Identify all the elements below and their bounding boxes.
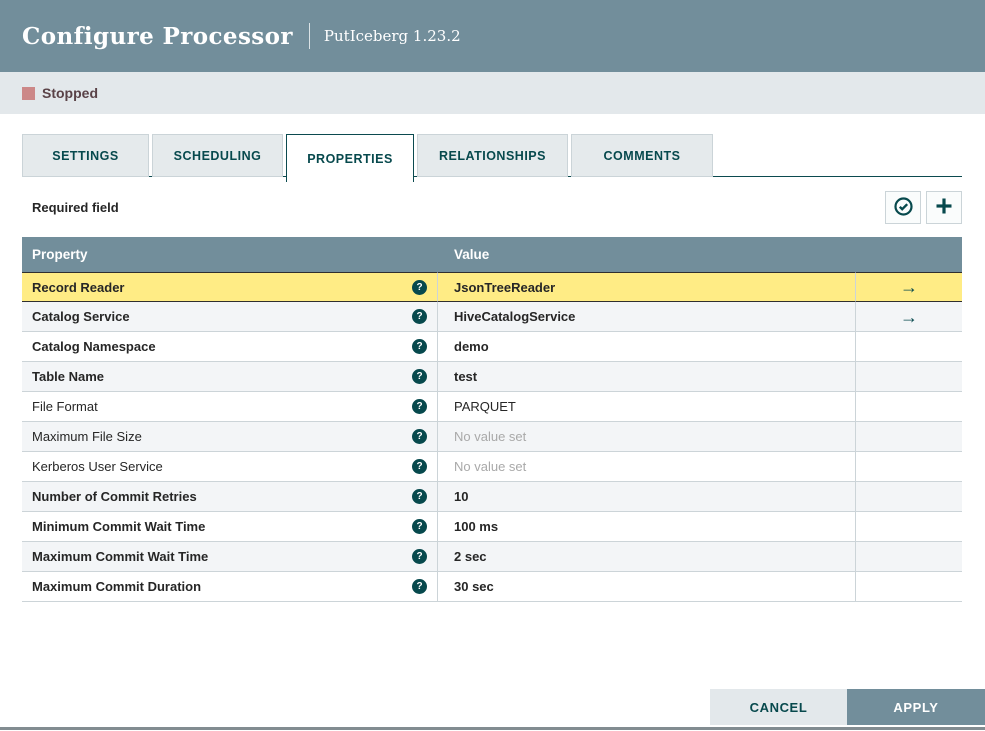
table-row[interactable]: Number of Commit Retries? 10 — [22, 482, 962, 512]
property-value-cell[interactable]: test — [438, 362, 856, 392]
table-row[interactable]: Table Name? test — [22, 362, 962, 392]
help-icon[interactable]: ? — [412, 399, 427, 414]
tab-scheduling[interactable]: SCHEDULING — [152, 134, 283, 177]
help-icon[interactable]: ? — [412, 339, 427, 354]
property-value: 10 — [454, 489, 469, 504]
goto-cell-empty — [856, 482, 962, 512]
property-name: Catalog Namespace — [32, 339, 156, 354]
property-value-cell[interactable]: 100 ms — [438, 512, 856, 542]
property-value-cell[interactable]: No value set — [438, 452, 856, 482]
tab-relationships[interactable]: RELATIONSHIPS — [417, 134, 568, 177]
property-value-cell[interactable]: No value set — [438, 422, 856, 452]
dialog-header: Configure Processor PutIceberg 1.23.2 — [0, 0, 985, 72]
goto-cell-empty — [856, 422, 962, 452]
table-row[interactable]: Catalog Namespace? demo — [22, 332, 962, 362]
apply-button[interactable]: APPLY — [847, 689, 985, 725]
configure-processor-dialog: Configure Processor PutIceberg 1.23.2 St… — [0, 0, 985, 731]
value-column-header: Value — [438, 237, 856, 272]
help-icon[interactable]: ? — [412, 549, 427, 564]
table-row[interactable]: Catalog Service? HiveCatalogService → — [22, 302, 962, 332]
table-row[interactable]: Maximum Commit Wait Time? 2 sec — [22, 542, 962, 572]
property-name: Record Reader — [32, 279, 125, 295]
goto-column-header — [856, 237, 962, 272]
table-row[interactable]: File Format? PARQUET — [22, 392, 962, 422]
help-icon[interactable]: ? — [412, 519, 427, 534]
property-value: No value set — [454, 429, 527, 444]
property-value-cell[interactable]: 2 sec — [438, 542, 856, 572]
property-name: File Format — [32, 399, 98, 414]
processor-type-version: PutIceberg 1.23.2 — [323, 27, 461, 45]
table-row[interactable]: Kerberos User Service? No value set — [22, 452, 962, 482]
help-icon[interactable]: ? — [412, 369, 427, 384]
tab-bar: SETTINGS SCHEDULING PROPERTIES RELATIONS… — [22, 134, 962, 182]
property-value: PARQUET — [454, 399, 516, 414]
property-name: Number of Commit Retries — [32, 489, 197, 504]
status-label: Stopped — [42, 85, 98, 101]
goto-cell-empty — [856, 332, 962, 362]
verify-properties-button[interactable] — [885, 191, 921, 224]
table-row[interactable]: Maximum File Size? No value set — [22, 422, 962, 452]
table-toolbar: Required field — [22, 191, 962, 224]
property-value: demo — [454, 339, 489, 354]
property-value: No value set — [454, 459, 527, 474]
help-icon[interactable]: ? — [412, 429, 427, 444]
required-field-label: Required field — [32, 200, 119, 215]
help-icon[interactable]: ? — [412, 459, 427, 474]
property-value: 30 sec — [454, 579, 494, 594]
property-value: JsonTreeReader — [454, 279, 556, 295]
property-name: Table Name — [32, 369, 105, 384]
property-value: test — [454, 369, 478, 384]
properties-table: Property Value Record Reader? JsonTreeRea… — [22, 237, 962, 602]
property-value-cell[interactable]: 30 sec — [438, 572, 856, 602]
property-column-header: Property — [22, 237, 438, 272]
table-header-row: Property Value — [22, 237, 962, 272]
property-name: Maximum Commit Wait Time — [32, 549, 209, 564]
plus-icon — [934, 196, 954, 219]
goto-cell-empty — [856, 542, 962, 572]
goto-service-arrow-icon[interactable]: → — [900, 307, 918, 327]
stopped-status-icon — [22, 86, 35, 100]
property-value: 2 sec — [454, 549, 487, 564]
help-icon[interactable]: ? — [412, 309, 427, 324]
table-row[interactable]: Record Reader? JsonTreeReader → — [22, 272, 962, 302]
dialog-bottom-edge — [0, 727, 985, 730]
property-value-cell[interactable]: PARQUET — [438, 392, 856, 422]
property-name: Catalog Service — [32, 309, 130, 324]
goto-cell-empty — [856, 572, 962, 602]
property-value-cell[interactable]: 10 — [438, 482, 856, 512]
goto-cell-empty — [856, 362, 962, 392]
property-name: Maximum File Size — [32, 429, 142, 444]
help-icon[interactable]: ? — [412, 489, 427, 504]
check-circle-icon — [893, 196, 914, 220]
dialog-title: Configure Processor — [22, 22, 293, 50]
goto-service-arrow-icon[interactable]: → — [900, 277, 918, 297]
table-row[interactable]: Minimum Commit Wait Time? 100 ms — [22, 512, 962, 542]
tab-settings[interactable]: SETTINGS — [22, 134, 149, 177]
goto-cell-empty — [856, 452, 962, 482]
property-name: Minimum Commit Wait Time — [32, 519, 206, 534]
toolbar-buttons — [885, 191, 962, 224]
goto-cell-empty — [856, 392, 962, 422]
property-name: Kerberos User Service — [32, 459, 163, 474]
cancel-button[interactable]: CANCEL — [710, 689, 847, 725]
help-icon[interactable]: ? — [412, 579, 427, 594]
goto-cell-empty — [856, 512, 962, 542]
property-value: 100 ms — [454, 519, 499, 534]
help-icon[interactable]: ? — [412, 279, 427, 295]
tab-properties[interactable]: PROPERTIES — [286, 134, 414, 182]
table-row[interactable]: Maximum Commit Duration? 30 sec — [22, 572, 962, 602]
property-value-cell[interactable]: JsonTreeReader — [438, 272, 856, 302]
status-bar: Stopped — [0, 72, 985, 114]
property-value-cell[interactable]: HiveCatalogService — [438, 302, 856, 332]
add-property-button[interactable] — [926, 191, 962, 224]
title-separator — [308, 23, 310, 49]
property-value-cell[interactable]: demo — [438, 332, 856, 362]
tab-comments[interactable]: COMMENTS — [571, 134, 713, 177]
property-value: HiveCatalogService — [454, 309, 576, 324]
property-name: Maximum Commit Duration — [32, 579, 202, 594]
